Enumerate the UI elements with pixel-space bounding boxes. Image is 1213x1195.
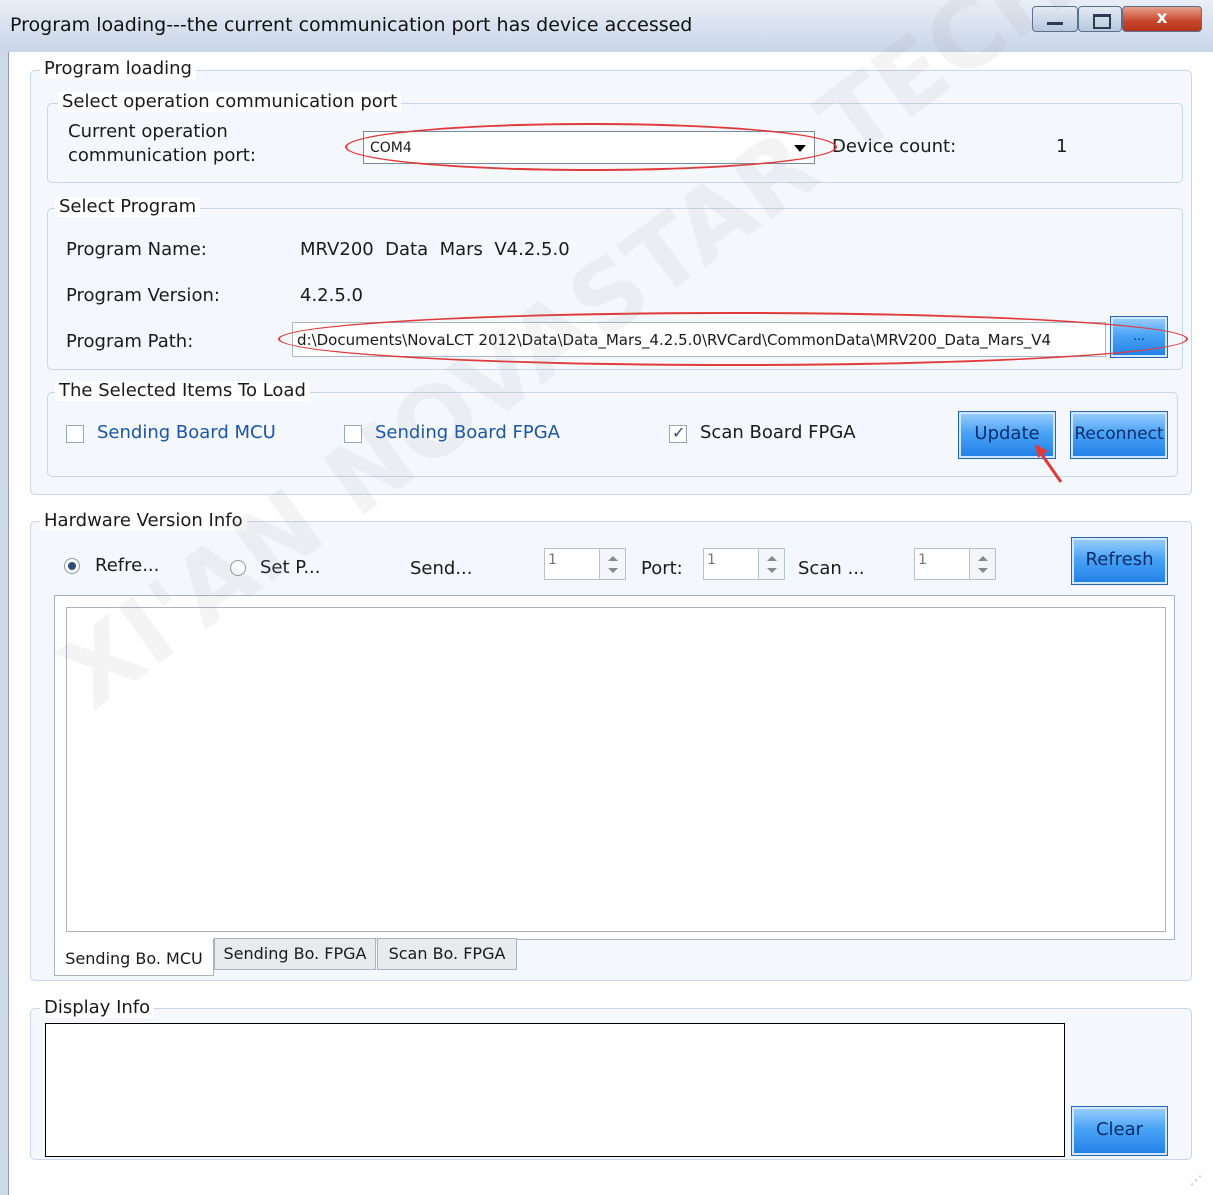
hardware-info-panel[interactable] bbox=[66, 607, 1166, 932]
sending-fpga-label[interactable]: Sending Board FPGA bbox=[375, 423, 560, 443]
sending-mcu-checkbox[interactable] bbox=[66, 425, 84, 443]
scan-stepper[interactable]: 1 bbox=[914, 548, 996, 580]
current-port-label: Current operation bbox=[68, 121, 228, 142]
spin-down-icon bbox=[767, 568, 777, 573]
spin-up-icon bbox=[767, 556, 777, 561]
clear-button[interactable]: Clear bbox=[1071, 1106, 1168, 1156]
send-stepper[interactable]: 1 bbox=[544, 548, 626, 580]
scan-stepper-value: 1 bbox=[918, 552, 927, 568]
annotation-arrow-icon bbox=[1035, 444, 1063, 483]
scan-fpga-label[interactable]: Scan Board FPGA bbox=[700, 423, 856, 443]
spin-down-icon bbox=[978, 568, 988, 573]
port-stepper-value: 1 bbox=[707, 552, 716, 568]
maximize-icon bbox=[1093, 14, 1111, 29]
set-port-radio[interactable] bbox=[230, 560, 246, 576]
refresh-button[interactable]: Refresh bbox=[1071, 537, 1168, 585]
close-button[interactable]: x bbox=[1122, 6, 1202, 32]
program-path-label: Program Path: bbox=[66, 331, 194, 352]
minimize-button[interactable] bbox=[1032, 6, 1078, 32]
port-stepper[interactable]: 1 bbox=[703, 548, 785, 580]
spin-up-icon bbox=[978, 556, 988, 561]
hardware-version-legend: Hardware Version Info bbox=[40, 511, 247, 531]
program-version-label: Program Version: bbox=[66, 285, 220, 306]
set-port-label[interactable]: Set P... bbox=[260, 558, 321, 578]
device-count-value: 1 bbox=[1056, 136, 1068, 157]
spin-down-icon bbox=[608, 568, 618, 573]
scan-stepper-buttons[interactable] bbox=[969, 549, 995, 579]
window-title: Program loading---the current communicat… bbox=[10, 14, 693, 36]
scan-fpga-checkbox[interactable] bbox=[669, 423, 687, 443]
program-name-value: MRV200 Data Mars V4.2.5.0 bbox=[300, 239, 570, 260]
sending-mcu-label[interactable]: Sending Board MCU bbox=[97, 423, 276, 443]
tab-scan-fpga[interactable]: Scan Bo. FPGA bbox=[377, 938, 517, 970]
program-name-label: Program Name: bbox=[66, 239, 207, 260]
tab-sending-mcu[interactable]: Sending Bo. MCU bbox=[54, 938, 214, 976]
refresh-all-label[interactable]: Refre... bbox=[95, 556, 159, 576]
port-stepper-buttons[interactable] bbox=[758, 549, 784, 579]
close-icon: x bbox=[1156, 8, 1168, 28]
sending-fpga-checkbox[interactable] bbox=[344, 425, 362, 443]
device-count-label: Device count: bbox=[832, 136, 957, 157]
display-info-legend: Display Info bbox=[40, 998, 155, 1018]
program-group-legend: Select Program bbox=[55, 197, 201, 217]
tab-sending-fpga[interactable]: Sending Bo. FPGA bbox=[214, 938, 376, 970]
annotation-ellipse-port bbox=[345, 123, 837, 171]
minimize-icon bbox=[1047, 22, 1063, 25]
send-stepper-value: 1 bbox=[548, 552, 557, 568]
reconnect-button[interactable]: Reconnect bbox=[1070, 411, 1168, 459]
spin-up-icon bbox=[608, 556, 618, 561]
program-version-value: 4.2.5.0 bbox=[300, 285, 363, 306]
port-label: Port: bbox=[641, 558, 683, 579]
program-loading-legend: Program loading bbox=[40, 59, 196, 79]
display-info-textarea[interactable] bbox=[45, 1023, 1065, 1157]
title-bar[interactable]: Program loading---the current communicat… bbox=[0, 0, 1213, 52]
send-label: Send... bbox=[410, 558, 473, 579]
scan-label: Scan ... bbox=[798, 558, 865, 579]
port-group-legend: Select operation communication port bbox=[58, 92, 402, 112]
send-stepper-buttons[interactable] bbox=[599, 549, 625, 579]
resize-grip-icon[interactable]: ⋰ bbox=[1190, 1170, 1202, 1190]
refresh-all-radio[interactable] bbox=[64, 558, 80, 574]
current-port-label-line2: communication port: bbox=[68, 145, 256, 166]
items-group-legend: The Selected Items To Load bbox=[55, 381, 310, 401]
maximize-button[interactable] bbox=[1078, 6, 1122, 32]
annotation-ellipse-path bbox=[278, 312, 1188, 366]
